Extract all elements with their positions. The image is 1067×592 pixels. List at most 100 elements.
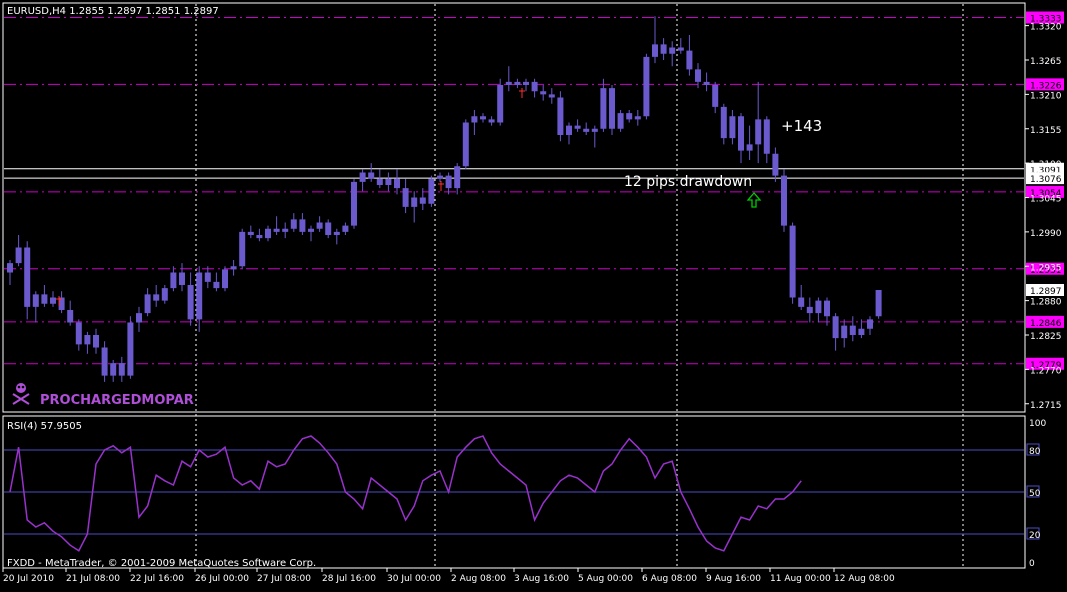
candle-body <box>342 225 349 232</box>
candle-body <box>333 231 340 235</box>
candle-body <box>299 219 306 232</box>
time-label: 3 Aug 16:00 <box>514 574 569 584</box>
candle-body <box>867 319 873 329</box>
rsi-axis-label: 100 <box>1029 419 1046 429</box>
level-label: 1.2846 <box>1030 319 1062 329</box>
candle-body <box>437 175 443 179</box>
candle-body <box>7 263 13 273</box>
candle-body <box>282 228 289 232</box>
profit-annotation: +143 <box>781 117 822 135</box>
candle-body <box>798 297 805 307</box>
candle-body <box>772 153 779 176</box>
candle-body <box>161 288 168 301</box>
candle-body <box>849 325 856 335</box>
candle-body <box>41 294 48 304</box>
candle-body <box>677 47 684 51</box>
candle-body <box>394 178 400 189</box>
candle-body <box>781 175 787 226</box>
candle-body <box>239 231 246 267</box>
candle-body <box>703 81 710 85</box>
candle-body <box>738 116 744 151</box>
candle-body <box>256 235 263 239</box>
time-label: 28 Jul 16:00 <box>322 574 376 584</box>
candle-body <box>247 231 254 235</box>
current-price-label: 1.2897 <box>1030 287 1062 297</box>
candle-body <box>419 197 426 204</box>
time-label: 26 Jul 00:00 <box>195 574 249 584</box>
chart-canvas[interactable]: EURUSD,H4 1.2855 1.2897 1.2851 1.2897 RS… <box>0 0 1067 588</box>
candle-body <box>101 347 108 376</box>
candle-body <box>488 119 495 123</box>
candle-body <box>67 310 74 323</box>
candle-body <box>712 85 719 107</box>
candle-body <box>540 91 547 95</box>
white-level-label: 1.3076 <box>1030 175 1062 185</box>
candle-body <box>523 81 529 85</box>
price-label: 1.2880 <box>1030 298 1062 308</box>
candle-body <box>763 119 770 154</box>
candle-body <box>626 113 633 120</box>
candle-body <box>480 116 486 120</box>
price-label: 1.2770 <box>1030 366 1062 376</box>
candle-body <box>841 325 848 339</box>
candle-body <box>815 300 822 314</box>
candle-body <box>273 228 280 232</box>
price-label: 1.3320 <box>1030 23 1062 33</box>
candle-body <box>144 294 151 314</box>
candle-body <box>118 363 125 376</box>
candle-body <box>755 119 762 145</box>
time-label: 20 Jul 2010 <box>3 574 54 584</box>
candle-body <box>600 88 607 129</box>
candle-body <box>196 272 203 320</box>
candle-body <box>93 335 99 348</box>
candle-body <box>230 266 237 270</box>
price-label: 1.3155 <box>1030 126 1062 136</box>
candle-body <box>402 188 409 207</box>
candle-body <box>686 50 693 70</box>
candle-body <box>471 116 478 123</box>
candle-body <box>84 335 91 345</box>
candle-body <box>591 128 598 132</box>
rsi-axis-label: 50 <box>1029 489 1041 499</box>
candle-body <box>153 294 160 301</box>
price-axis: 1.33331.32261.30541.29311.28461.27791.30… <box>1025 11 1064 411</box>
candle-body <box>179 272 185 285</box>
candle-body <box>643 56 650 117</box>
rsi-axis: 100 80 50 20 0 <box>1026 419 1046 569</box>
metatrader-chart-window[interactable]: EURUSD,H4 1.2855 1.2897 1.2851 1.2897 RS… <box>0 0 1067 588</box>
candle-body <box>505 81 512 85</box>
candle-body <box>789 225 796 298</box>
candle-body <box>385 178 392 185</box>
candle-body <box>187 285 194 320</box>
candle-body <box>445 175 452 189</box>
candle-body <box>832 316 839 339</box>
candle-body <box>746 144 753 151</box>
time-label: 30 Jul 00:00 <box>387 574 441 584</box>
candle-body <box>32 294 39 307</box>
candle-body <box>351 181 357 226</box>
candle-body <box>454 166 461 189</box>
price-label: 1.2935 <box>1030 263 1062 273</box>
time-label: 22 Jul 16:00 <box>130 574 184 584</box>
copyright-text: FXDD - MetaTrader, © 2001-2009 MetaQuote… <box>7 558 316 569</box>
time-label: 9 Aug 16:00 <box>706 574 761 584</box>
candle-body <box>24 247 31 307</box>
candle-body <box>359 172 366 182</box>
candle-body <box>376 178 383 185</box>
candle-body <box>548 94 555 98</box>
candle-body <box>110 363 117 376</box>
time-label: 27 Jul 08:00 <box>257 574 311 584</box>
rsi-axis-label: 80 <box>1029 447 1041 457</box>
price-label: 1.2825 <box>1030 332 1062 342</box>
candle-body <box>634 116 641 120</box>
candle-body <box>170 272 177 289</box>
time-label: 11 Aug 00:00 <box>770 574 831 584</box>
rsi-axis-label: 20 <box>1029 531 1041 541</box>
time-label: 12 Aug 08:00 <box>834 574 895 584</box>
candle-body <box>617 113 624 129</box>
candle-body <box>609 88 615 129</box>
time-label: 21 Jul 08:00 <box>66 574 120 584</box>
time-axis: 20 Jul 2010 21 Jul 08:00 22 Jul 16:00 26 Ju… <box>2 568 895 584</box>
candle-body <box>514 81 521 85</box>
candle-body <box>806 306 813 314</box>
